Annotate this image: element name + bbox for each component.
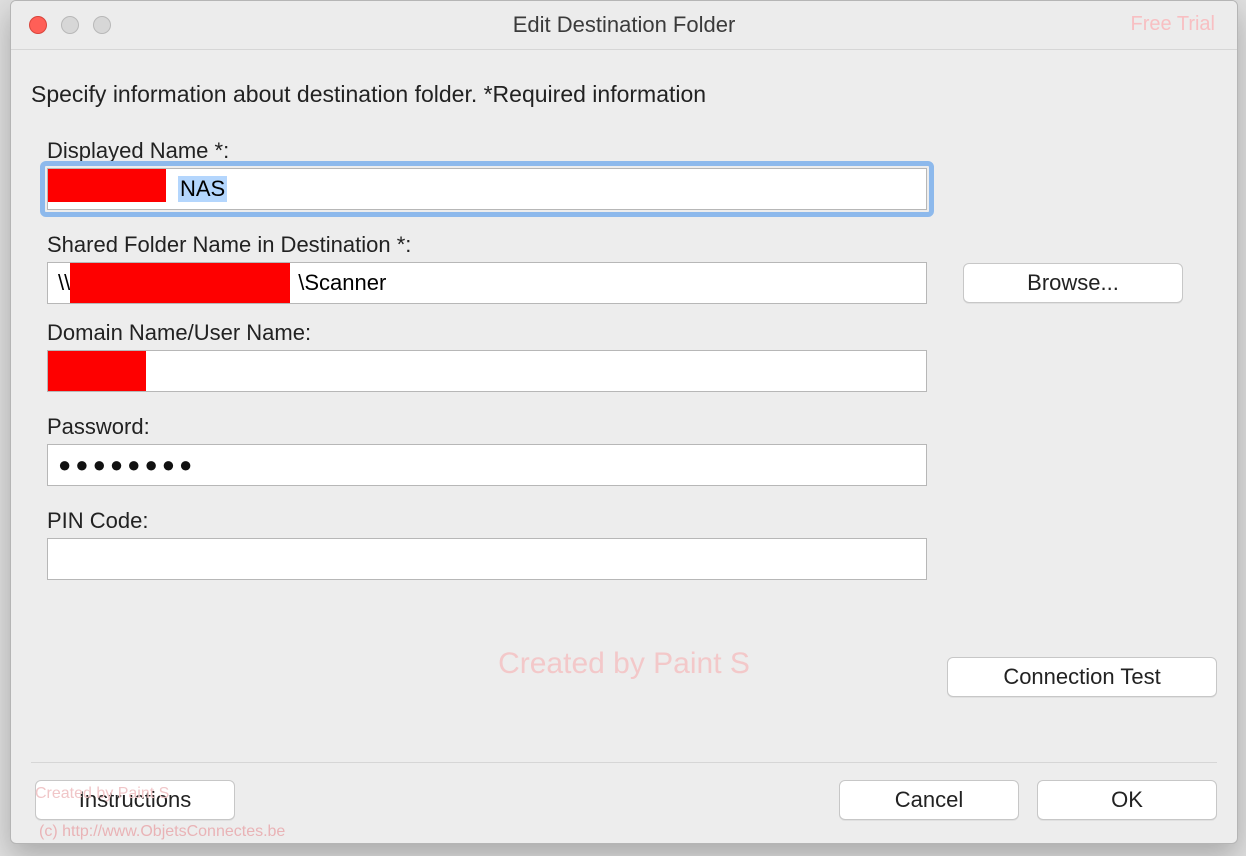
password-label: Password:	[47, 414, 1217, 440]
close-window-button[interactable]	[29, 16, 47, 34]
redaction-block	[48, 168, 166, 202]
displayed-name-input[interactable]: NAS	[47, 168, 927, 210]
shared-folder-prefix: \\	[58, 270, 70, 296]
redaction-block	[48, 351, 146, 391]
displayed-name-row: Displayed Name *: NAS	[47, 138, 1217, 210]
shared-folder-label: Shared Folder Name in Destination *:	[47, 232, 1217, 258]
browse-button[interactable]: Browse...	[963, 263, 1183, 303]
window-controls	[29, 16, 111, 34]
dialog-window: Edit Destination Folder Free Trial Speci…	[10, 0, 1238, 844]
connection-test-button[interactable]: Connection Test	[947, 657, 1217, 697]
copyright-watermark: (c) http://www.ObjetsConnectes.be	[39, 823, 285, 841]
instructions-button[interactable]: Instructions	[35, 780, 235, 820]
password-input[interactable]: ●●●●●●●●	[47, 444, 927, 486]
redaction-block	[70, 263, 290, 303]
displayed-name-label: Displayed Name *:	[47, 138, 1217, 164]
minimize-window-button[interactable]	[61, 16, 79, 34]
ok-button[interactable]: OK	[1037, 780, 1217, 820]
domain-user-input[interactable]	[47, 350, 927, 392]
footer-separator	[31, 762, 1217, 763]
dialog-title: Edit Destination Folder	[11, 12, 1237, 38]
free-trial-badge: Free Trial	[1131, 13, 1215, 36]
titlebar: Edit Destination Folder Free Trial	[11, 1, 1237, 50]
shared-folder-row: Shared Folder Name in Destination *: \\ …	[47, 232, 1217, 304]
dialog-content: Specify information about destination fo…	[31, 61, 1217, 843]
password-row: Password: ●●●●●●●●	[47, 414, 1217, 486]
pin-input[interactable]	[47, 538, 927, 580]
dialog-footer: Instructions Cancel OK	[31, 775, 1217, 825]
zoom-window-button[interactable]	[93, 16, 111, 34]
pin-row: PIN Code:	[47, 508, 1217, 580]
cancel-button[interactable]: Cancel	[839, 780, 1019, 820]
dialog-subtitle: Specify information about destination fo…	[31, 81, 1217, 108]
pin-label: PIN Code:	[47, 508, 1217, 534]
domain-user-row: Domain Name/User Name:	[47, 320, 1217, 392]
domain-user-label: Domain Name/User Name:	[47, 320, 1217, 346]
displayed-name-value: NAS	[178, 176, 227, 202]
shared-folder-suffix: \Scanner	[298, 270, 386, 296]
connection-test-row: Connection Test	[947, 657, 1217, 697]
shared-folder-input[interactable]: \\ \Scanner	[47, 262, 927, 304]
password-value: ●●●●●●●●	[58, 452, 196, 478]
